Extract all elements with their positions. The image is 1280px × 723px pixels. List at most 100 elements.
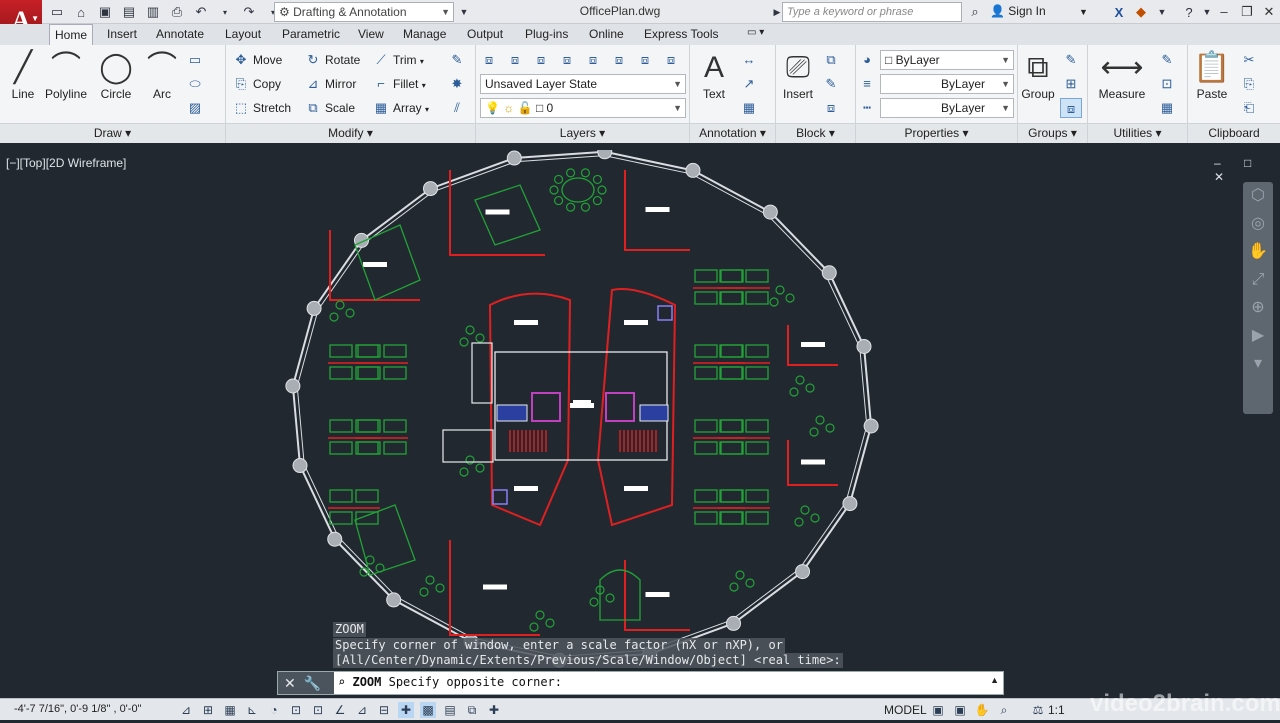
- erase-icon[interactable]: ✎: [446, 50, 468, 70]
- dimension-icon[interactable]: ↔: [738, 50, 760, 70]
- layer-isolate-icon[interactable]: ⧈: [504, 50, 526, 70]
- exchange-icon[interactable]: X: [1110, 3, 1128, 21]
- tab-manage[interactable]: Manage: [398, 27, 451, 41]
- steering-wheel-icon[interactable]: ◎: [1243, 210, 1273, 238]
- draw-panel-title[interactable]: Draw ▾: [0, 123, 225, 143]
- open-icon[interactable]: ⌂: [72, 3, 90, 21]
- table-icon[interactable]: ▦: [738, 98, 760, 118]
- redo-icon[interactable]: ↷: [240, 3, 258, 21]
- selection-cycling-icon[interactable]: ⧉: [464, 702, 480, 718]
- arc-tool[interactable]: ⌒ Arc: [136, 49, 188, 101]
- ellipse-icon[interactable]: ⬭: [184, 74, 206, 94]
- edit-block-icon[interactable]: ✎: [820, 74, 842, 94]
- help-icon[interactable]: ?: [1180, 3, 1198, 21]
- minimize-icon[interactable]: –: [1213, 2, 1235, 22]
- binoculars-icon[interactable]: ⌕: [966, 3, 984, 21]
- properties-panel-title[interactable]: Properties ▾: [856, 123, 1017, 143]
- array-tool[interactable]: ▦ Array ▾: [372, 98, 429, 118]
- viewcube-icon[interactable]: ⬡: [1243, 182, 1273, 210]
- create-block-icon[interactable]: ⧉: [820, 50, 842, 70]
- save-as-icon[interactable]: ▤: [120, 3, 138, 21]
- viewport-controls-label[interactable]: [−][Top][2D Wireframe]: [6, 156, 126, 170]
- plot-icon[interactable]: ⎙: [168, 3, 186, 21]
- undo-dropdown-icon[interactable]: ▾: [216, 3, 234, 21]
- dyn-icon[interactable]: ⊟: [376, 702, 392, 718]
- ungroup-icon[interactable]: ✎: [1060, 50, 1082, 70]
- hatch-icon[interactable]: ▨: [184, 98, 206, 118]
- save-icon[interactable]: ▣: [96, 3, 114, 21]
- clipboard-panel-title[interactable]: Clipboard: [1188, 123, 1280, 143]
- quick-view-drawings-icon[interactable]: ▣: [952, 702, 968, 718]
- group-edit-icon[interactable]: ⊞: [1060, 74, 1082, 94]
- ortho-icon[interactable]: ⊾: [244, 702, 260, 718]
- tab-home[interactable]: Home: [49, 24, 94, 45]
- tab-parametric[interactable]: Parametric: [277, 27, 345, 41]
- circle-tool[interactable]: ◯ Circle: [90, 49, 142, 101]
- zoom-status-icon[interactable]: ⌕: [996, 702, 1012, 718]
- search-input[interactable]: Type a keyword or phrase: [782, 2, 962, 22]
- ribbon-minimize-icon[interactable]: ▭ ▾: [742, 27, 769, 38]
- move-tool[interactable]: ✥ Move: [232, 50, 283, 70]
- viewport-window-controls[interactable]: – □ ✕: [1214, 156, 1280, 184]
- drawing-area[interactable]: [0, 144, 1280, 720]
- tab-express-tools[interactable]: Express Tools: [639, 27, 723, 41]
- layer-dropdown[interactable]: 💡 ☼ 🔓 □ 0 ▼: [480, 98, 686, 118]
- osnap-icon[interactable]: ⊡: [288, 702, 304, 718]
- customize-qat-icon[interactable]: ▼: [455, 3, 473, 21]
- orbit-icon[interactable]: ⊕: [1243, 294, 1273, 322]
- copy-clip-icon[interactable]: ⎘: [1238, 74, 1260, 94]
- quick-view-layouts-icon[interactable]: ▣: [930, 702, 946, 718]
- annotation-scale[interactable]: 1:1: [1048, 703, 1065, 717]
- navbar-menu-icon[interactable]: ▾: [1243, 350, 1273, 378]
- layer-state-dropdown[interactable]: Unsaved Layer State ▼: [480, 74, 686, 94]
- tab-plug-ins[interactable]: Plug-ins: [520, 27, 573, 41]
- insert-tool[interactable]: ⎚ Insert: [772, 49, 824, 101]
- utilities-panel-title[interactable]: Utilities ▾: [1088, 123, 1187, 143]
- copy-tool[interactable]: ⎘ Copy: [232, 74, 281, 94]
- restore-icon[interactable]: ❐: [1236, 2, 1258, 22]
- layers-panel-title[interactable]: Layers ▾: [476, 123, 689, 143]
- group-selection-icon[interactable]: ⧈: [1060, 98, 1082, 118]
- workspace-dropdown[interactable]: ⚙ Drafting & Annotation ▼: [274, 2, 454, 22]
- 3d-osnap-icon[interactable]: ⊡: [310, 702, 326, 718]
- web-mobile-icon[interactable]: ▥: [144, 3, 162, 21]
- linetype-icon[interactable]: ┅: [856, 98, 878, 118]
- model-space-button[interactable]: MODEL: [884, 703, 927, 717]
- layer-walk-icon[interactable]: ⧈: [634, 50, 656, 70]
- undo-icon[interactable]: ↶: [192, 3, 210, 21]
- tab-online[interactable]: Online: [584, 27, 629, 41]
- polar-icon[interactable]: ◔: [266, 702, 282, 718]
- linetype-dropdown[interactable]: ByLayer ▼: [880, 98, 1014, 118]
- tab-insert[interactable]: Insert: [102, 27, 142, 41]
- command-line[interactable]: ✕🔧 ⌕ ZOOM Specify opposite corner: ▲: [277, 671, 1004, 695]
- rotate-tool[interactable]: ↻ Rotate: [304, 50, 361, 70]
- quick-properties-icon[interactable]: ▤: [442, 702, 458, 718]
- annotation-monitor-icon[interactable]: ✚: [486, 702, 502, 718]
- layer-match-icon[interactable]: ⧈: [608, 50, 630, 70]
- select-all-icon[interactable]: ⊡: [1156, 74, 1178, 94]
- color-dropdown[interactable]: □ ByLayer ▼: [880, 50, 1014, 70]
- showmotion-icon[interactable]: ▶: [1243, 322, 1273, 350]
- layer-unisolate-icon[interactable]: ⧈: [660, 50, 682, 70]
- layer-properties-icon[interactable]: ⧈: [478, 50, 500, 70]
- rectangle-icon[interactable]: ▭: [184, 50, 206, 70]
- infer-constraints-icon[interactable]: ⊿: [178, 702, 194, 718]
- close-icon[interactable]: ✕: [284, 675, 304, 691]
- attribute-icon[interactable]: ⧈: [820, 98, 842, 118]
- text-tool[interactable]: A Text: [688, 49, 740, 101]
- measure-tool[interactable]: ⟷ Measure: [1096, 49, 1148, 101]
- layer-off-icon[interactable]: ⧈: [556, 50, 578, 70]
- paste-tool[interactable]: 📋 Paste: [1186, 49, 1238, 101]
- transparency-icon[interactable]: ▩: [420, 702, 436, 718]
- polyline-tool[interactable]: ⌒ Polyline: [40, 49, 92, 101]
- tab-layout[interactable]: Layout: [220, 27, 266, 41]
- floor-plan-drawing[interactable]: [0, 144, 1280, 720]
- match-properties-icon[interactable]: ◕: [856, 50, 878, 70]
- copy-base-icon[interactable]: ⎗: [1238, 98, 1260, 118]
- offset-icon[interactable]: ⫽: [446, 98, 468, 118]
- command-prompt[interactable]: ⌕ ZOOM Specify opposite corner:: [338, 675, 562, 689]
- snap-icon[interactable]: ⊞: [200, 702, 216, 718]
- fillet-tool[interactable]: ⌐ Fillet ▾: [372, 74, 426, 94]
- lineweight-dropdown[interactable]: ByLayer ▼: [880, 74, 1014, 94]
- ducs-icon[interactable]: ⊿: [354, 702, 370, 718]
